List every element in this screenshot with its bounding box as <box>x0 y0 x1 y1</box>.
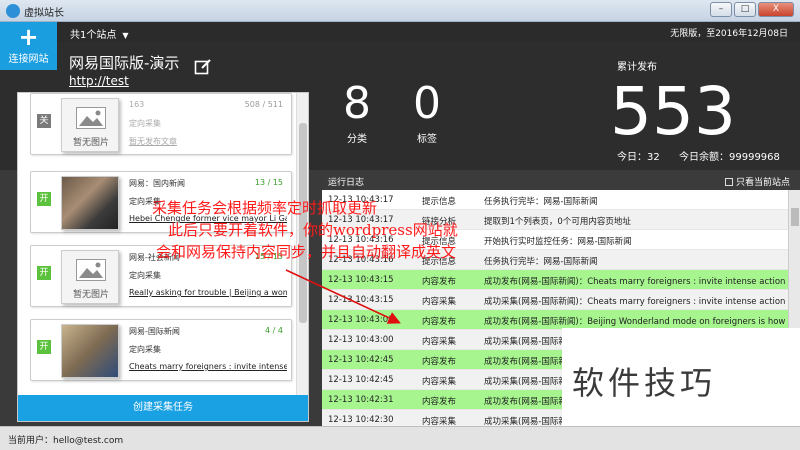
watermark: 软件技巧 <box>572 364 717 402</box>
annotation-line-2: 此后只要开着软件，你的wordpress网站就 <box>168 221 458 239</box>
annotation-line-3: 会和网易保持内容同步，并且自动翻译成英文 <box>156 243 457 261</box>
annotation-line-1: 采集任务会根据频率定时抓取更新 <box>152 199 378 217</box>
app-window: 虚拟站长 – □ X 共1个站点 ▼ 无限版，至2016年12月08日 + 连接网… <box>0 0 800 450</box>
